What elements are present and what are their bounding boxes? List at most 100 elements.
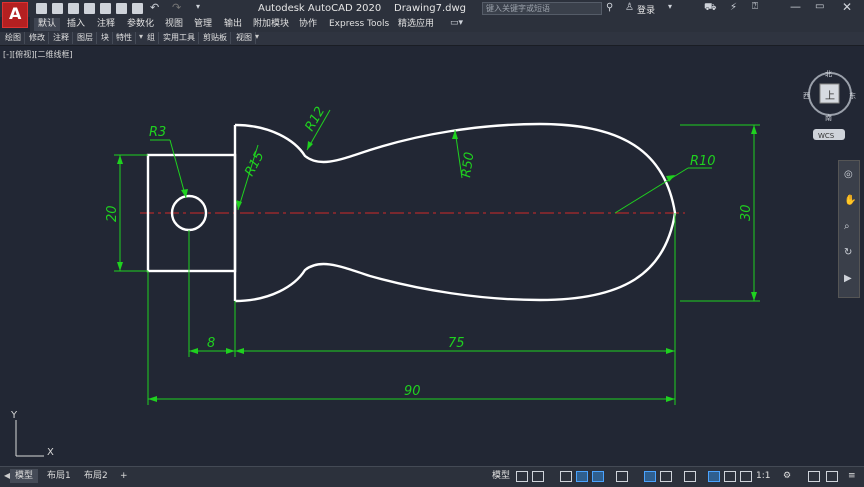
panel-modify[interactable]: 修改	[26, 32, 49, 44]
steering-wheel-icon[interactable]: ◎	[844, 169, 853, 180]
panel-annotation[interactable]: 注释	[50, 32, 73, 44]
ucs-x-label: X	[47, 447, 54, 458]
help-icon[interactable]: ⍰	[752, 1, 758, 12]
model-space-toggle[interactable]: 模型	[492, 470, 510, 483]
panel-draw[interactable]: 绘图	[2, 32, 25, 44]
osnap-icon[interactable]	[644, 471, 656, 482]
viewcube-east[interactable]: 东	[849, 91, 856, 100]
application-menu-button[interactable]: A	[2, 2, 28, 28]
tab-collaborate[interactable]: 协作	[295, 18, 321, 31]
user-icon[interactable]: ♙	[625, 2, 634, 13]
tab-addins[interactable]: 附加模块	[249, 18, 293, 31]
selection-cycling-icon[interactable]	[708, 471, 720, 482]
redo-icon[interactable]: ↷	[172, 1, 181, 14]
dim-75-text: 75	[448, 336, 465, 351]
new-file-icon[interactable]	[36, 3, 47, 14]
tab-insert[interactable]: 插入	[63, 18, 89, 31]
panel-groups[interactable]: 组	[144, 32, 159, 44]
annotation-scale[interactable]: 1:1	[756, 470, 770, 483]
tab-layout2[interactable]: 布局2	[79, 469, 113, 483]
ribbon-toggle-icon[interactable]: ▭▾	[450, 18, 463, 28]
handle-geometry	[146, 122, 677, 303]
dimension-text: 20 30 8 75 90 R3 R15 R12 R50 R10	[105, 104, 754, 399]
customization-menu-icon[interactable]: ≡	[848, 470, 856, 483]
panel-clipboard[interactable]: 剪贴板	[200, 32, 231, 44]
object-snap-tracking-icon[interactable]	[616, 471, 628, 482]
quick-access-dropdown-icon[interactable]: ▾	[196, 2, 200, 11]
tab-home[interactable]: 默认	[34, 18, 61, 31]
radius-r3-text: R3	[149, 125, 166, 140]
save-web-icon[interactable]	[116, 3, 127, 14]
isolate-objects-icon[interactable]	[826, 471, 838, 482]
tab-model[interactable]: 模型	[10, 469, 39, 483]
search-input[interactable]: 键入关键字或短语	[482, 2, 602, 15]
tab-annotate[interactable]: 注释	[93, 18, 119, 31]
lineweight-icon[interactable]	[660, 471, 672, 482]
viewport-controls[interactable]: [-][俯视][二维线框]	[3, 49, 73, 60]
grid-icon[interactable]	[516, 471, 528, 482]
isodraft-icon[interactable]	[592, 471, 604, 482]
minimize-button[interactable]: —	[790, 0, 801, 13]
polar-tracking-icon[interactable]	[576, 471, 588, 482]
radius-r12-text: R12	[302, 104, 328, 134]
wcs-menu[interactable]: WCS	[818, 132, 835, 140]
open-web-icon[interactable]	[100, 3, 111, 14]
tab-add-layout[interactable]: +	[115, 469, 133, 483]
orbit-icon[interactable]: ↻	[844, 247, 852, 258]
radius-r50-text: R50	[459, 151, 477, 178]
close-button[interactable]: ✕	[842, 0, 852, 14]
panel-layers[interactable]: 图层	[74, 32, 97, 44]
tab-express-tools[interactable]: Express Tools	[325, 18, 393, 31]
dim-20-text: 20	[105, 205, 120, 222]
dim-90-text: 90	[404, 384, 421, 399]
pan-icon[interactable]: ✋	[844, 195, 856, 206]
panel-block[interactable]: 块	[98, 32, 113, 44]
bulb-outline	[234, 122, 677, 303]
r3-hole-circle	[170, 194, 208, 232]
login-button[interactable]: 登录	[637, 3, 655, 16]
ribbon-panels: 绘图 修改 注释 图层 块 特性 ▾ 组 实用工具 剪贴板 视图 ▾	[0, 32, 864, 46]
viewcube-north[interactable]: 北	[825, 70, 832, 78]
app-logo-letter: A	[9, 4, 22, 23]
ucs-icon	[15, 420, 44, 457]
navigation-bar: ◎ ✋ ⌕ ↻ ▶	[838, 160, 860, 298]
login-dropdown-icon[interactable]: ▾	[668, 2, 672, 11]
panel-view[interactable]: 视图	[233, 32, 256, 44]
showmotion-icon[interactable]: ▶	[844, 273, 852, 284]
viewcube-south[interactable]: 南	[825, 113, 832, 122]
cart-icon[interactable]: ⛟	[704, 2, 717, 15]
tab-featured-apps[interactable]: 精选应用	[394, 18, 438, 31]
panel-utilities[interactable]: 实用工具	[160, 32, 199, 44]
viewcube-top-face[interactable]: 上	[825, 90, 835, 102]
viewcube-west[interactable]: 西	[803, 92, 810, 100]
ortho-icon[interactable]	[560, 471, 572, 482]
properties-dropdown-icon[interactable]: ▾	[139, 32, 143, 41]
save-icon[interactable]	[68, 3, 79, 14]
plot-icon[interactable]	[132, 3, 143, 14]
binoculars-icon[interactable]: ⚲	[606, 2, 613, 13]
annotation-monitor-icon[interactable]	[808, 471, 820, 482]
workspace-gear-icon[interactable]: ⚙	[783, 470, 791, 483]
dim-30-text: 30	[739, 204, 754, 221]
undo-icon[interactable]: ↶	[150, 1, 159, 14]
panel-properties[interactable]: 特性	[113, 32, 136, 44]
tab-parametric[interactable]: 参数化	[123, 18, 158, 31]
file-name: Drawing7.dwg	[394, 3, 466, 14]
viewcube[interactable]: 上 北 南 西 东 WCS	[803, 70, 856, 140]
tab-manage[interactable]: 管理	[190, 18, 216, 31]
maximize-button[interactable]: ▭	[815, 1, 824, 12]
open-file-icon[interactable]	[52, 3, 63, 14]
annotation-autoscale-icon[interactable]	[740, 471, 752, 482]
save-as-icon[interactable]	[84, 3, 95, 14]
view-panel-dropdown-icon[interactable]: ▾	[255, 32, 259, 41]
tab-view[interactable]: 视图	[161, 18, 187, 31]
drawing-canvas[interactable]: 20 30 8 75 90 R3 R15 R12 R50 R10 Y X 上 北…	[0, 0, 864, 486]
tab-output[interactable]: 输出	[220, 18, 246, 31]
dim-8-text: 8	[207, 336, 215, 351]
tab-layout1[interactable]: 布局1	[42, 469, 76, 483]
snap-icon[interactable]	[532, 471, 544, 482]
transparency-icon[interactable]	[684, 471, 696, 482]
annotation-visibility-icon[interactable]	[724, 471, 736, 482]
exchange-icon[interactable]: ⚡	[730, 2, 737, 13]
zoom-icon[interactable]: ⌕	[844, 221, 850, 232]
